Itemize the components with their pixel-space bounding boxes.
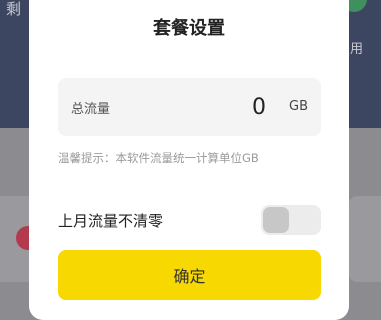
toggle-knob — [263, 207, 289, 233]
total-traffic-unit: GB — [289, 99, 308, 114]
keep-last-month-toggle[interactable] — [261, 205, 321, 235]
dialog-title: 套餐设置 — [153, 18, 225, 39]
total-traffic-field[interactable]: 总流量 GB — [58, 78, 321, 136]
plan-settings-dialog: 套餐设置 总流量 GB 温馨提示：本软件流量统一计算单位GB 上月流量不清零 确… — [29, 0, 349, 320]
background-header-label: 用 — [350, 42, 364, 57]
keep-last-month-row: 上月流量不清零 — [58, 205, 321, 235]
hint-text: 温馨提示：本软件流量统一计算单位GB — [58, 151, 259, 165]
confirm-button[interactable]: 确定 — [58, 250, 321, 300]
background-card-right — [348, 196, 381, 282]
background-header-text: 剩 — [6, 0, 22, 18]
total-traffic-label: 总流量 — [71, 102, 111, 117]
total-traffic-input[interactable] — [178, 91, 298, 123]
keep-last-month-label: 上月流量不清零 — [58, 212, 164, 230]
